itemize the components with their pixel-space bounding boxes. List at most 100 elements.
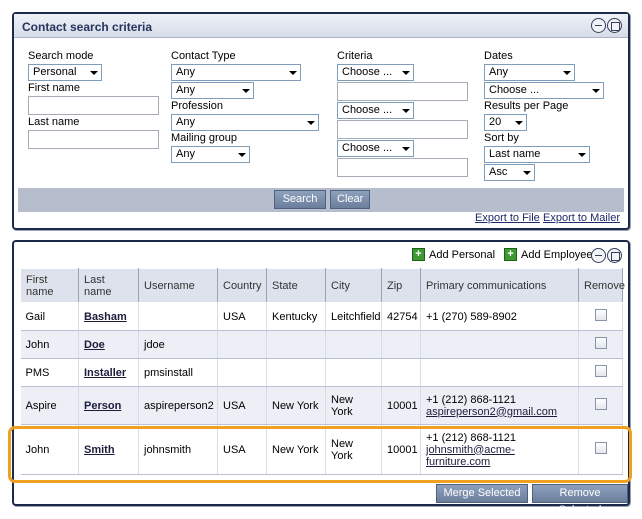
- cell-first-name: John: [20, 424, 79, 475]
- results-per-page-value: 20: [489, 116, 502, 128]
- merge-selected-button[interactable]: Merge Selected: [436, 484, 528, 503]
- minimize-icon[interactable]: [591, 248, 606, 263]
- dates-select[interactable]: Any: [484, 64, 575, 81]
- cell-last-name: Basham: [78, 302, 139, 331]
- criteria-input-3[interactable]: [337, 158, 468, 177]
- chevron-down-icon: [238, 153, 246, 157]
- column-header-primary-communications[interactable]: Primary communications: [420, 268, 579, 303]
- chevron-down-icon: [592, 89, 600, 93]
- cell-city: [325, 358, 382, 387]
- chevron-down-icon: [578, 153, 586, 157]
- search-button[interactable]: Search: [274, 190, 326, 209]
- results-per-page-label: Results per Page: [484, 100, 569, 112]
- contact-name-link[interactable]: Person: [84, 400, 121, 412]
- maximize-icon[interactable]: [607, 18, 622, 33]
- contact-subtype-select[interactable]: Any: [171, 82, 254, 99]
- column-header-zip[interactable]: Zip: [381, 268, 421, 303]
- cell-username: [138, 302, 218, 331]
- cell-last-name: Doe: [78, 330, 139, 359]
- cell-primary-communications: +1 (270) 589-8902: [420, 302, 579, 331]
- search-mode-select[interactable]: Personal: [28, 64, 102, 81]
- contacts-table: First name Last name Username Country St…: [20, 268, 625, 475]
- remove-checkbox[interactable]: [594, 337, 607, 349]
- table-row: John Smith johnsmith USA New York New Yo…: [20, 424, 623, 475]
- cell-last-name: Person: [78, 386, 139, 425]
- chevron-down-icon: [289, 71, 297, 75]
- remove-checkbox[interactable]: [594, 398, 607, 410]
- table-row: John Doe jdoe: [20, 330, 623, 359]
- first-name-input[interactable]: [28, 96, 159, 115]
- email-link[interactable]: johnsmith@acme-furniture.com: [426, 444, 573, 468]
- contact-type-value: Any: [176, 66, 195, 78]
- table-row: Aspire Person aspireperson2 USA New York…: [20, 386, 623, 425]
- criteria-input-1[interactable]: [337, 82, 468, 101]
- remove-checkbox[interactable]: [594, 442, 607, 454]
- sort-by-select[interactable]: Last name: [484, 146, 590, 163]
- profession-select[interactable]: Any: [171, 114, 319, 131]
- dates-label: Dates: [484, 50, 513, 62]
- cell-primary-communications: [420, 330, 579, 359]
- contact-type-select[interactable]: Any: [171, 64, 301, 81]
- cell-remove: [578, 424, 623, 475]
- criteria-select-2[interactable]: Choose ...: [337, 102, 414, 119]
- remove-checkbox[interactable]: [594, 309, 607, 321]
- add-personal-button[interactable]: + Add Personal: [412, 248, 495, 261]
- contact-name-link[interactable]: Basham: [84, 311, 127, 323]
- minimize-icon[interactable]: [591, 18, 606, 33]
- cell-state: New York: [266, 386, 326, 425]
- search-results-panel: + Add Personal + Add Employee First name…: [12, 240, 630, 516]
- chevron-down-icon: [90, 71, 98, 75]
- column-header-last-name[interactable]: Last name: [78, 268, 139, 303]
- table-row: PMS Installer pmsinstall: [20, 358, 623, 387]
- export-to-file-link[interactable]: Export to File: [475, 212, 540, 224]
- contact-type-label: Contact Type: [171, 50, 236, 62]
- contact-subtype-value: Any: [176, 84, 195, 96]
- criteria-select-1[interactable]: Choose ...: [337, 64, 414, 81]
- sort-order-select[interactable]: Asc: [484, 164, 535, 181]
- cell-zip: [381, 330, 421, 359]
- cell-state: New York: [266, 424, 326, 475]
- cell-remove: [578, 358, 623, 387]
- remove-selected-button[interactable]: Remove Selected: [532, 484, 628, 516]
- export-to-mailer-link[interactable]: Export to Mailer: [543, 212, 620, 224]
- chevron-down-icon: [402, 109, 410, 113]
- dates-range-select[interactable]: Choose ...: [484, 82, 604, 99]
- column-header-country[interactable]: Country: [217, 268, 267, 303]
- remove-checkbox[interactable]: [594, 365, 607, 377]
- add-employee-button[interactable]: + Add Employee: [504, 248, 593, 261]
- criteria-select-3[interactable]: Choose ...: [337, 140, 414, 157]
- criteria-input-2[interactable]: [337, 120, 468, 139]
- cell-state: Kentucky: [266, 302, 326, 331]
- cell-city: [325, 330, 382, 359]
- column-header-state[interactable]: State: [266, 268, 326, 303]
- mailing-group-select[interactable]: Any: [171, 146, 250, 163]
- column-header-city[interactable]: City: [325, 268, 382, 303]
- add-icon: +: [412, 248, 425, 261]
- cell-last-name: Smith: [78, 424, 139, 475]
- cell-remove: [578, 330, 623, 359]
- email-link[interactable]: aspireperson2@gmail.com: [426, 406, 573, 418]
- criteria-value-3: Choose ...: [342, 142, 393, 154]
- cell-first-name: John: [20, 330, 79, 359]
- column-header-first-name[interactable]: First name: [20, 268, 79, 303]
- panel-title: Contact search criteria: [22, 20, 153, 34]
- cell-username: jdoe: [138, 330, 218, 359]
- column-header-username[interactable]: Username: [138, 268, 218, 303]
- contact-name-link[interactable]: Doe: [84, 339, 105, 351]
- chevron-down-icon: [242, 89, 250, 93]
- table-row: Gail Basham USA Kentucky Leitchfield 427…: [20, 302, 623, 331]
- clear-button[interactable]: Clear: [330, 190, 370, 209]
- last-name-input[interactable]: [28, 130, 159, 149]
- add-icon: +: [504, 248, 517, 261]
- add-employee-label: Add Employee: [521, 248, 593, 261]
- criteria-value-1: Choose ...: [342, 66, 393, 78]
- cell-state: [266, 330, 326, 359]
- cell-city: New York: [325, 424, 382, 475]
- chevron-down-icon: [402, 71, 410, 75]
- contact-name-link[interactable]: Installer: [84, 367, 126, 379]
- maximize-icon[interactable]: [607, 248, 622, 263]
- phone-number: +1 (270) 589-8902: [426, 310, 517, 323]
- contact-name-link[interactable]: Smith: [84, 444, 115, 456]
- search-panel-header: Contact search criteria: [14, 14, 628, 38]
- results-per-page-select[interactable]: 20: [484, 114, 527, 131]
